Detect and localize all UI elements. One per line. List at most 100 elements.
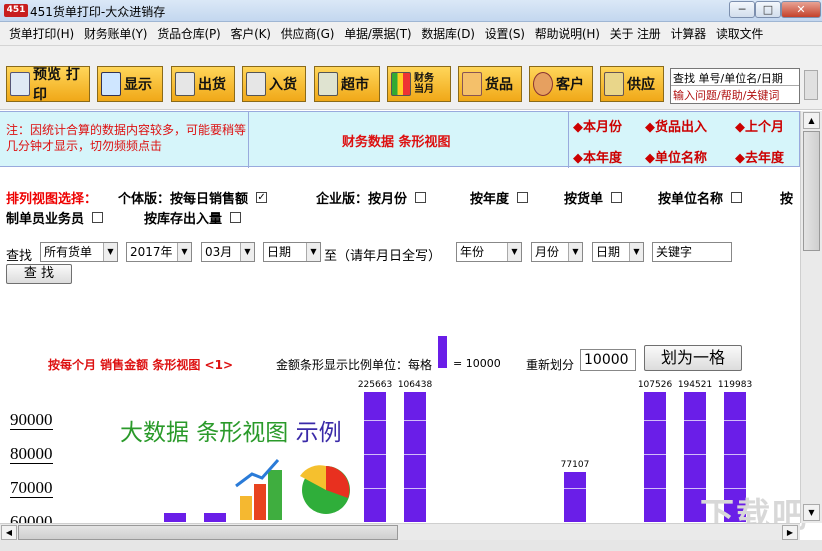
menu-customer[interactable]: 客户(K): [226, 25, 276, 42]
maximize-button[interactable]: □: [755, 1, 781, 18]
growth-chart-icon: [235, 459, 350, 520]
link-last-year[interactable]: ◆去年度: [735, 147, 784, 166]
bar-segment-line: [404, 454, 426, 455]
regroup-input[interactable]: 10000: [580, 349, 636, 371]
option-by-stock[interactable]: 按库存出入量: [144, 208, 242, 227]
horizontal-scroll-thumb[interactable]: [18, 525, 398, 540]
cart-icon: [318, 72, 338, 96]
search-hint-line1[interactable]: 查找 单号/单位名/日期: [671, 69, 799, 86]
option-monthly[interactable]: 企业版：按月份: [316, 188, 427, 207]
date-select[interactable]: 日期 ▼: [263, 242, 321, 262]
end-date-value: 日期: [596, 245, 621, 259]
ship-button[interactable]: 出货: [171, 66, 235, 102]
menu-calculator[interactable]: 计算器: [666, 25, 711, 42]
goods-button[interactable]: 货品: [458, 66, 522, 102]
menu-about[interactable]: 关于 注册: [605, 25, 666, 42]
option-cut-label: 按: [780, 192, 794, 207]
supplier-button[interactable]: 供应: [600, 66, 664, 102]
menu-warehouse[interactable]: 货品仓库(P): [152, 25, 225, 42]
supplier-label: 供应: [627, 77, 655, 93]
chevron-down-icon: ▼: [103, 243, 117, 261]
bar-value-label: 77107: [560, 459, 590, 470]
people-icon: [533, 72, 553, 96]
toolbar-search-box[interactable]: 查找 单号/单位名/日期 输入问题/帮助/关键词: [670, 68, 800, 104]
option-yearly-checkbox[interactable]: [517, 192, 529, 203]
option-by-staff-label: 制单员业务员: [6, 212, 85, 227]
option-by-stock-checkbox[interactable]: [230, 212, 242, 223]
display-button[interactable]: 显示: [97, 66, 163, 102]
option-yearly[interactable]: 按年度: [470, 188, 529, 207]
year-select[interactable]: 2017年 ▼: [126, 242, 192, 262]
bar-value-label: 119983: [717, 380, 753, 390]
option-by-staff[interactable]: 制单员业务员: [6, 208, 104, 227]
bar-segment-line: [644, 454, 666, 455]
end-month-select[interactable]: 月份 ▼: [531, 242, 583, 262]
chevron-down-icon: ▼: [507, 243, 521, 261]
link-this-month[interactable]: ◆本月份: [573, 116, 622, 135]
scale-label: 金额条形显示比例单位：每格: [276, 358, 433, 372]
document-icon: [10, 72, 30, 96]
scroll-up-icon[interactable]: ▲: [803, 112, 820, 129]
menu-help[interactable]: 帮助说明(H): [530, 25, 605, 42]
search-label: 查找: [6, 249, 33, 264]
option-by-staff-checkbox[interactable]: [92, 212, 104, 223]
gift-icon: [462, 72, 482, 96]
customer-button[interactable]: 客户: [529, 66, 593, 102]
keyword-input[interactable]: 关键字: [652, 242, 732, 262]
option-daily-sales-checkbox[interactable]: ✓: [256, 192, 268, 203]
chevron-down-icon: ▼: [629, 243, 643, 261]
scroll-left-icon[interactable]: ◀: [1, 525, 17, 540]
preview-print-label: 预览 打印: [33, 67, 80, 103]
menu-supplier[interactable]: 供应商(G): [276, 25, 339, 42]
link-this-year[interactable]: ◆本年度: [573, 147, 622, 166]
scroll-right-icon[interactable]: ▶: [782, 525, 798, 540]
option-by-unit-checkbox[interactable]: [731, 192, 743, 203]
toolbar-scroll[interactable]: [804, 70, 818, 100]
month-select[interactable]: 03月 ▼: [201, 242, 255, 262]
menu-print[interactable]: 货单打印(H): [4, 25, 79, 42]
vertical-scrollbar[interactable]: ▲ ▼: [800, 111, 822, 523]
menu-documents[interactable]: 单据/票据(T): [339, 25, 416, 42]
close-button[interactable]: ✕: [781, 1, 821, 18]
date-value: 日期: [267, 245, 292, 259]
supermarket-button[interactable]: 超市: [314, 66, 380, 102]
option-by-order-checkbox[interactable]: [611, 192, 623, 203]
option-by-unit[interactable]: 按单位名称: [658, 188, 743, 207]
regroup-button[interactable]: 划为一格: [644, 345, 742, 371]
status-bar: [0, 540, 822, 551]
option-daily-sales[interactable]: 个体版：按每日销售额 ✓: [118, 188, 268, 207]
link-unit-name[interactable]: ◆单位名称: [645, 147, 707, 166]
finance-month-button[interactable]: 财务 当月: [387, 66, 451, 102]
end-year-select[interactable]: 年份 ▼: [456, 242, 522, 262]
menu-finance[interactable]: 财务账单(Y): [79, 25, 152, 42]
ship-doc-icon: [175, 72, 195, 96]
receive-button[interactable]: 入货: [242, 66, 306, 102]
search-button[interactable]: 查 找: [6, 264, 72, 284]
horizontal-scrollbar[interactable]: ◀ ▶: [0, 523, 800, 540]
minimize-button[interactable]: ─: [729, 1, 755, 18]
search-hint-line2[interactable]: 输入问题/帮助/关键词: [671, 86, 799, 104]
bar: [564, 471, 586, 522]
doc-type-select[interactable]: 所有货单 ▼: [40, 242, 118, 262]
scroll-down-icon[interactable]: ▼: [803, 504, 820, 521]
preview-print-button[interactable]: 预览 打印: [6, 66, 90, 103]
chart-title: 按每个月 销售金额 条形视图 <1>: [48, 358, 233, 372]
caption-part2: 示例: [295, 420, 342, 446]
finance-label-line1: 财务: [414, 73, 434, 84]
chevron-down-icon: ▼: [568, 243, 582, 261]
option-monthly-checkbox[interactable]: [415, 192, 427, 203]
bar-segment-line: [364, 454, 386, 455]
end-date-select[interactable]: 日期 ▼: [592, 242, 644, 262]
link-last-month[interactable]: ◆上个月: [735, 116, 784, 135]
menu-database[interactable]: 数据库(D): [416, 25, 479, 42]
bar-segment-line: [404, 488, 426, 489]
option-by-order[interactable]: 按货单: [564, 188, 623, 207]
scale-value: = 10000: [453, 357, 501, 370]
menu-settings[interactable]: 设置(S): [480, 25, 530, 42]
chevron-down-icon: ▼: [240, 243, 254, 261]
finance-month-label: 财务 当月: [414, 73, 434, 95]
menu-open-file[interactable]: 读取文件: [711, 25, 768, 42]
vertical-scroll-thumb[interactable]: [803, 131, 820, 251]
option-cut: 按: [780, 188, 793, 207]
link-goods-io[interactable]: ◆货品出入: [645, 116, 707, 135]
